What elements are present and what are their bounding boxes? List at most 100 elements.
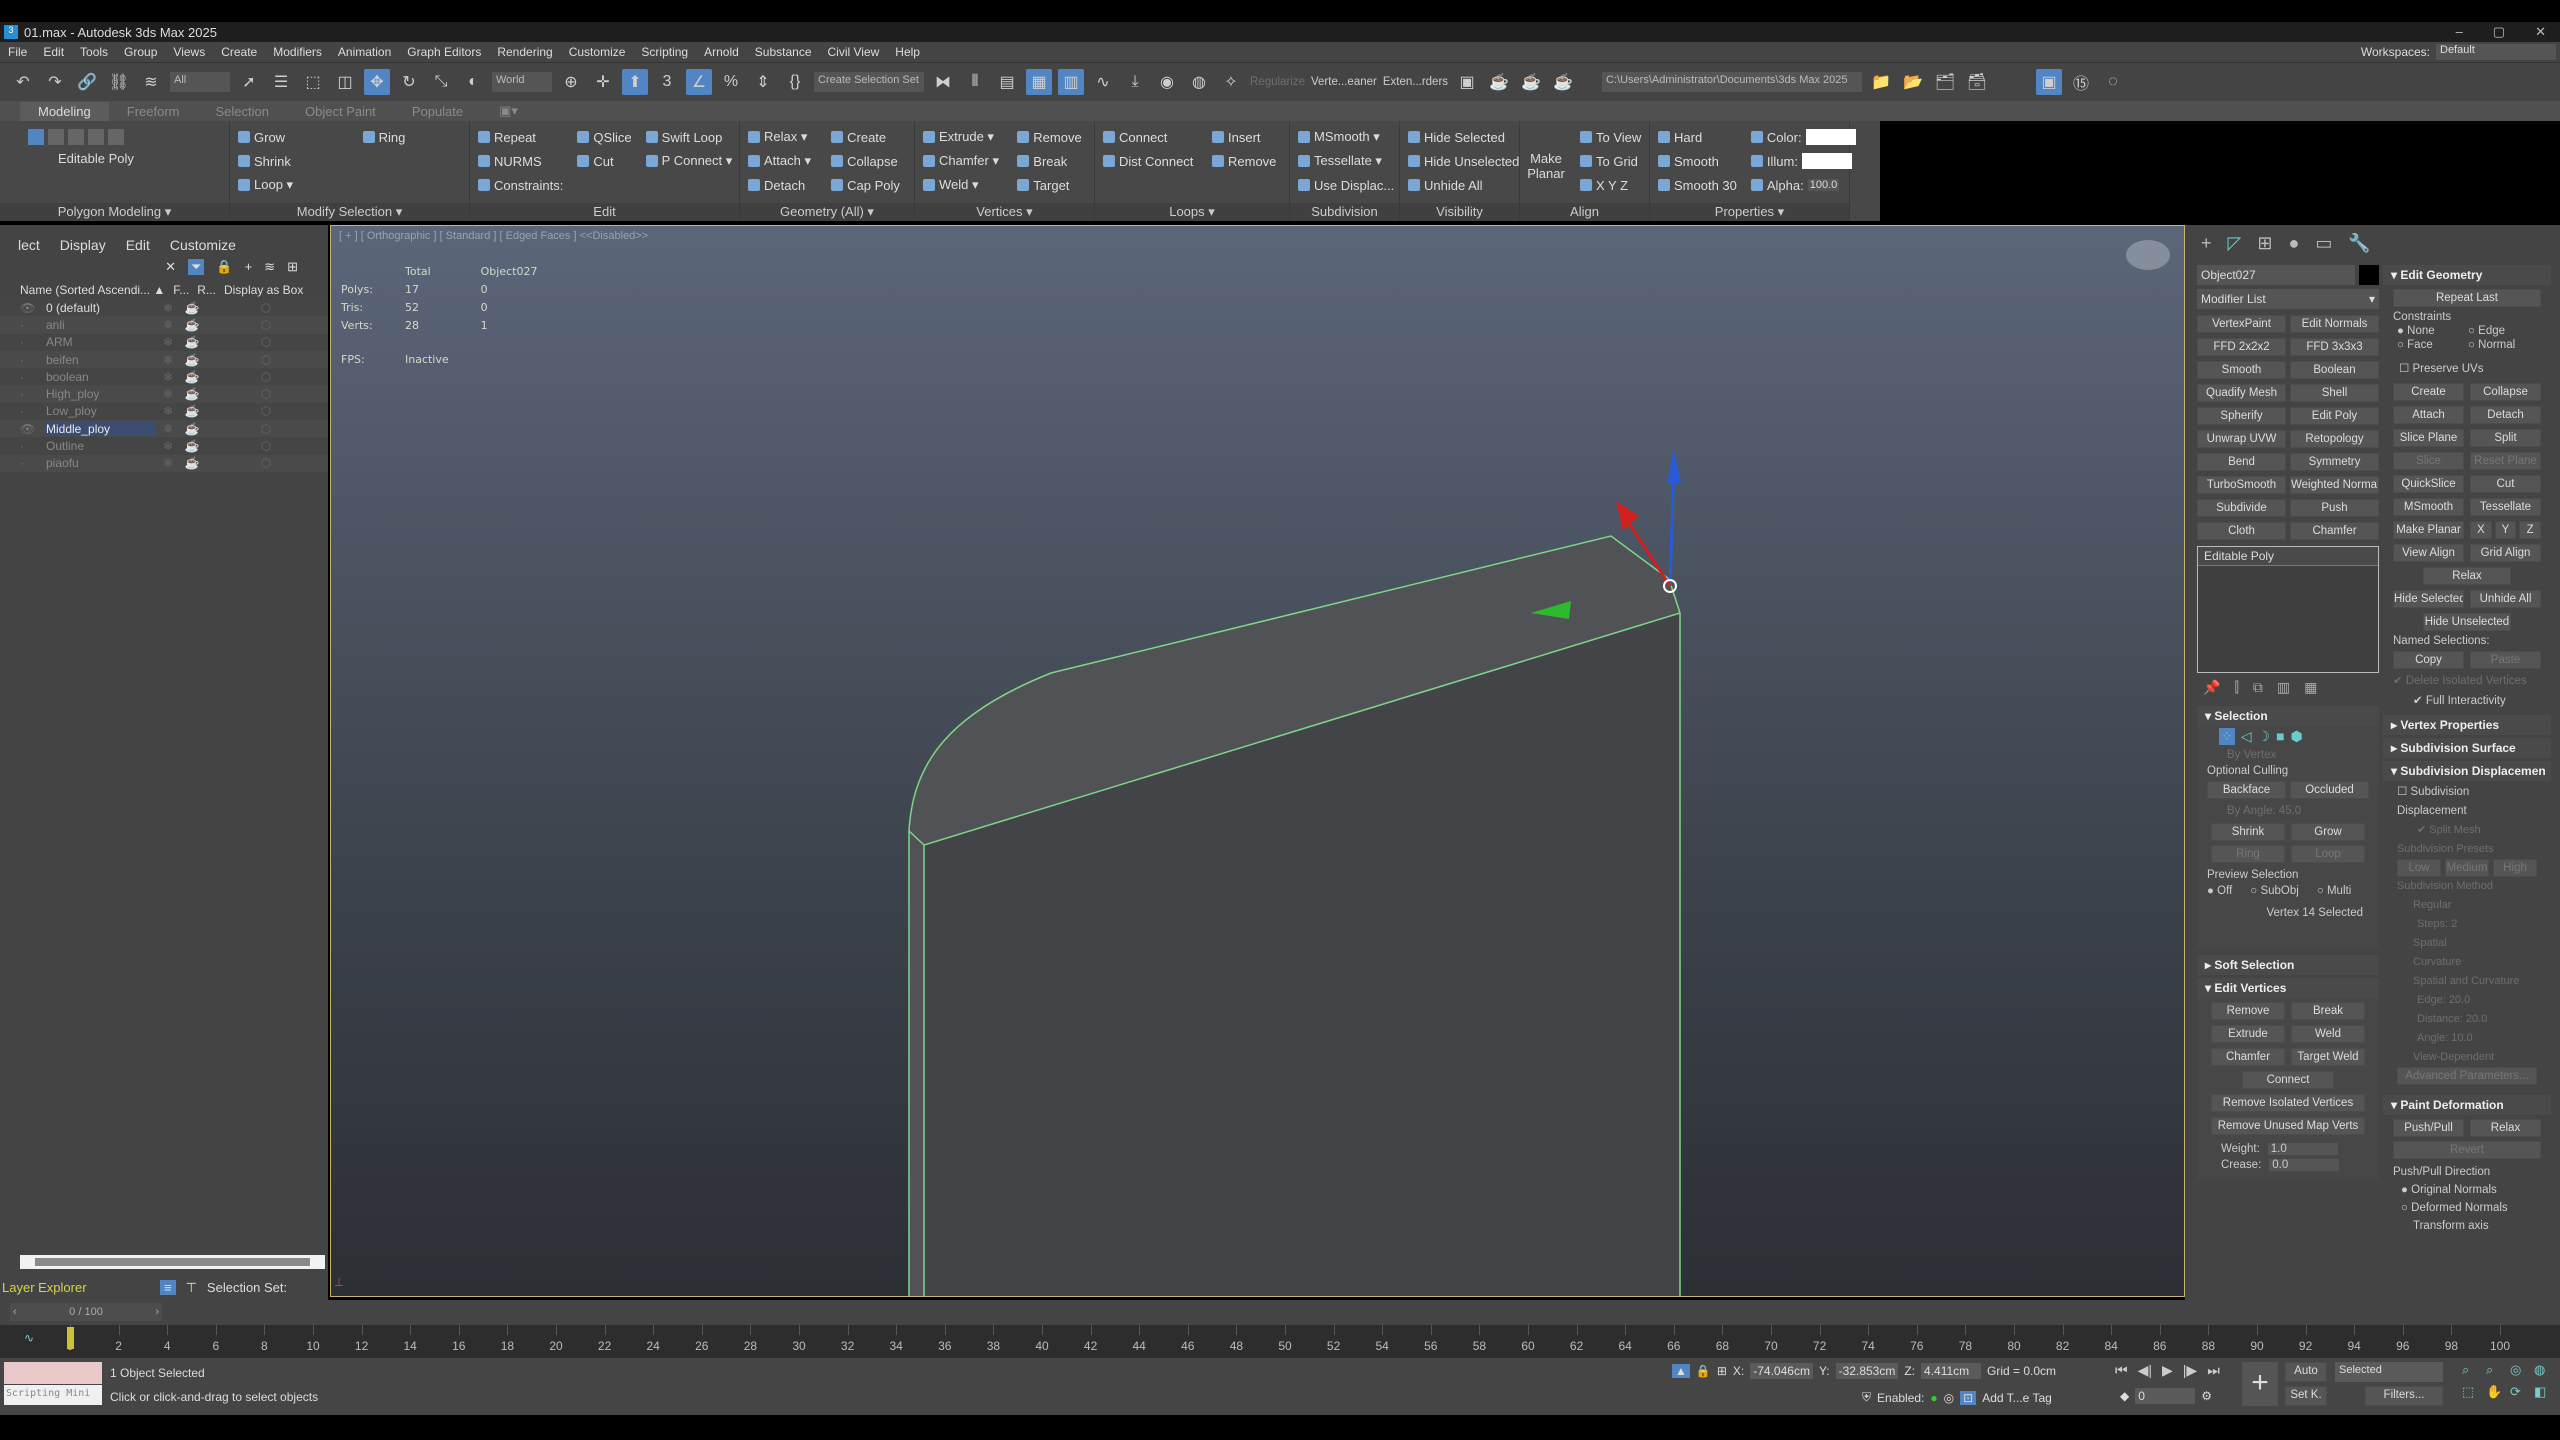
vertex-mode-icon[interactable]: ⁘ — [2219, 728, 2235, 745]
edit-geometry-create-button[interactable]: Create — [2393, 383, 2464, 401]
layer-name[interactable]: Low_ploy — [46, 404, 156, 418]
menu-create[interactable]: Create — [221, 45, 257, 59]
time-slider-handle[interactable] — [67, 1327, 74, 1349]
display-as-box-icon[interactable]: ⬡ — [254, 387, 278, 401]
layer-name[interactable]: Middle_ploy — [46, 421, 156, 436]
configure-sets-icon[interactable]: ▦ — [2304, 679, 2317, 696]
grow-button[interactable]: Grow — [2291, 823, 2365, 841]
bind-space-warp-icon[interactable]: ≋ — [138, 69, 164, 95]
clear-search-icon[interactable]: ✕ — [165, 259, 176, 275]
curve-editor-icon[interactable]: ∿ — [1090, 69, 1116, 95]
ribbon-p-connect-button[interactable]: P Connect ▾ — [645, 149, 732, 173]
create-selection-set-dropdown[interactable]: Create Selection Set — [814, 72, 924, 92]
modifier-edit-normals-button[interactable]: Edit Normals — [2290, 315, 2379, 333]
redo-icon[interactable]: ↷ — [42, 69, 68, 95]
explorer-menu-display[interactable]: Display — [60, 237, 106, 253]
regularize-button[interactable]: Regularize — [1250, 76, 1305, 88]
ribbon-illum-button[interactable]: Illum: — [1750, 149, 1856, 173]
ribbon-hide-selected-button[interactable]: Hide Selected — [1408, 125, 1519, 149]
render-teapot-icon[interactable]: ☕ — [180, 335, 204, 349]
reference-coord-dropdown[interactable]: World — [492, 72, 552, 92]
display-as-box-icon[interactable]: ⬡ — [254, 404, 278, 418]
window-crossing-icon[interactable]: ◫ — [332, 69, 358, 95]
auto-key-button[interactable]: Auto — [2285, 1362, 2327, 1382]
ribbon-hard-button[interactable]: Hard — [1658, 125, 1737, 149]
visibility-eye-icon[interactable]: · — [20, 353, 46, 367]
loop-button[interactable]: Loop — [2291, 845, 2365, 863]
current-frame-field[interactable]: 0 — [2135, 1388, 2196, 1404]
edit-named-sets-icon[interactable]: {} — [782, 69, 808, 95]
render-iterative-icon[interactable]: ☕ — [1550, 69, 1576, 95]
edit-geometry-tessellate-button[interactable]: Tessellate — [2470, 498, 2541, 516]
edit-geometry-y-button[interactable]: Y — [2494, 521, 2517, 539]
column-header-3[interactable]: Display as Box — [224, 283, 303, 297]
select-by-name-icon[interactable]: ☰ — [268, 69, 294, 95]
arnold-icon[interactable]: ✧ — [1218, 69, 1244, 95]
preset-medium-button[interactable]: Medium — [2445, 859, 2489, 877]
ribbon-qslice-button[interactable]: QSlice — [577, 125, 632, 149]
by-vertex-checkbox[interactable]: By Vertex — [2197, 747, 2379, 763]
vertex-properties-rollout-header[interactable]: ▸ Vertex Properties — [2383, 715, 2551, 735]
layer-row[interactable]: · piaofu ❄ ☕ ⬡ — [0, 454, 328, 472]
render-teapot-icon[interactable]: ☕ — [180, 353, 204, 367]
split-mesh-checkbox[interactable]: ✔ Split Mesh — [2397, 821, 2537, 840]
ribbon-insert-button[interactable]: Insert — [1212, 125, 1281, 149]
preset-low-button[interactable]: Low — [2397, 859, 2441, 877]
select-manipulate-icon[interactable]: ✛ — [590, 69, 616, 95]
modifier-weighted-normals-button[interactable]: Weighted Normals — [2290, 476, 2379, 494]
regular-radio[interactable]: Regular — [2397, 896, 2537, 915]
render-production-icon[interactable]: ☕ — [1486, 69, 1512, 95]
transform-axis-radio[interactable]: Transform axis — [2393, 1217, 2541, 1235]
ribbon-vertex-mode-icon[interactable] — [28, 129, 44, 145]
extend-borders-button[interactable]: Exten...rders — [1383, 76, 1448, 88]
edit-geometry-msmooth-button[interactable]: MSmooth — [2393, 498, 2464, 516]
go-to-end-icon[interactable]: ⏭ — [2207, 1362, 2220, 1379]
edit-geometry-detach-button[interactable]: Detach — [2470, 406, 2541, 424]
menu-views[interactable]: Views — [173, 45, 205, 59]
schematic-view-icon[interactable]: ⤓ — [1122, 69, 1148, 95]
edit-vertices-chamfer-button[interactable]: Chamfer — [2211, 1048, 2285, 1066]
tab-selection[interactable]: Selection — [198, 102, 287, 121]
edit-geometry-attach-button[interactable]: Attach — [2393, 406, 2464, 424]
time-slider[interactable]: ‹ 0 / 100 › — [0, 1300, 2560, 1325]
render-teapot-icon[interactable]: ☕ — [180, 301, 204, 315]
lock-icon[interactable]: 🔒 — [216, 259, 232, 275]
workspaces-dropdown[interactable]: Default — [2436, 44, 2556, 60]
preserve-uvs-checkbox[interactable]: ☐ Preserve UVs — [2383, 353, 2551, 383]
freeze-icon[interactable]: ❄ — [156, 370, 180, 384]
zoom-extents-all-icon[interactable]: ◍ — [2534, 1362, 2556, 1378]
polygon-mode-icon[interactable]: ■ — [2276, 728, 2284, 745]
ribbon-hide-unselected-button[interactable]: Hide Unselected — [1408, 149, 1519, 173]
display-tab-icon[interactable]: ▭ — [2315, 233, 2332, 253]
autobackup-icon[interactable]: ▣ — [2036, 69, 2063, 95]
edit-vertices-extrude-button[interactable]: Extrude — [2211, 1025, 2285, 1043]
ribbon-use-displac-button[interactable]: Use Displac... — [1298, 173, 1394, 197]
border-mode-icon[interactable]: ☽ — [2258, 728, 2271, 745]
display-as-box-icon[interactable]: ⬡ — [254, 456, 278, 470]
ribbon-toggle-icon[interactable]: ▥ — [1058, 69, 1084, 95]
keyboard-shortcut-icon[interactable]: ⬆ — [622, 69, 648, 95]
edit-geometry-hide-selected-button[interactable]: Hide Selected — [2393, 590, 2464, 608]
motion-tab-icon[interactable]: ● — [2288, 233, 2299, 253]
scale-icon[interactable]: ⤡ — [428, 69, 454, 95]
modifier-push-button[interactable]: Push — [2290, 499, 2379, 517]
menu-modifiers[interactable]: Modifiers — [273, 45, 322, 59]
edit-geometry-slice-button[interactable]: Slice — [2393, 452, 2464, 470]
visibility-eye-icon[interactable]: · — [20, 404, 46, 418]
menu-civil-view[interactable]: Civil View — [828, 45, 880, 59]
layer-row[interactable]: · Low_ploy ❄ ☕ ⬡ — [0, 402, 328, 421]
subdivision-surface-rollout-header[interactable]: ▸ Subdivision Surface — [2383, 738, 2551, 758]
edit-geometry-rollout-header[interactable]: ▾ Edit Geometry — [2383, 265, 2551, 285]
explorer-menu-lect[interactable]: lect — [18, 237, 40, 253]
tab-modeling[interactable]: Modeling — [20, 101, 109, 121]
preview-multi-radio[interactable]: ○ Multi — [2317, 885, 2351, 897]
ribbon-to-grid-button[interactable]: To Grid — [1580, 149, 1641, 173]
create-tab-icon[interactable]: + — [2201, 233, 2212, 253]
timer-icon[interactable]: ⑮ — [2068, 69, 2094, 95]
move-icon[interactable]: ✥ — [364, 69, 390, 95]
freeze-icon[interactable]: ❄ — [156, 318, 180, 332]
ribbon-element-mode-icon[interactable] — [108, 129, 124, 145]
edit-geometry-quickslice-button[interactable]: QuickSlice — [2393, 475, 2464, 493]
paint-deformation-rollout-header[interactable]: ▾ Paint Deformation — [2383, 1095, 2551, 1115]
zoom-extents-icon[interactable]: ◎ — [2510, 1362, 2532, 1378]
